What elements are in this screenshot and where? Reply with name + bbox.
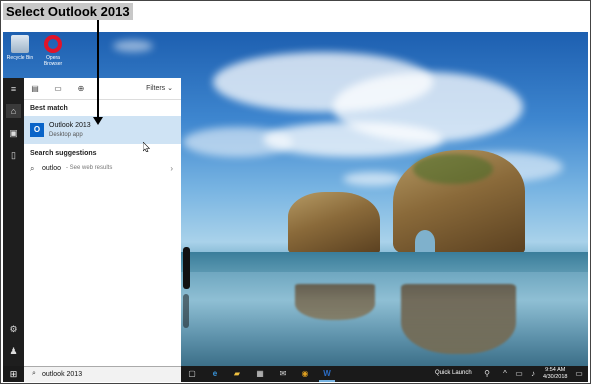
phone-icon[interactable]: ▯ [6, 148, 21, 162]
store-icon[interactable]: ▦ [254, 368, 266, 380]
taskbar-search-box[interactable]: ⌕ outlook 2013 [24, 366, 181, 382]
opera-icon [44, 35, 62, 53]
chevron-down-icon: ⌄ [167, 85, 173, 92]
start-menu-rail: ≡ ⌂ ▣ ▯ ⚙ ♟ [3, 78, 24, 366]
task-view-icon[interactable]: ▢ [186, 368, 198, 380]
recycle-bin-label: Recycle Bin [6, 55, 34, 61]
tray-chevron-icon[interactable]: ^ [499, 368, 511, 380]
documents-icon[interactable]: ▣ [6, 126, 21, 140]
suggestion-hint: - See web results [66, 165, 113, 171]
annotation-arrow-head [93, 117, 103, 125]
action-center-icon[interactable]: ▭ [573, 368, 585, 380]
settings-icon[interactable]: ⚙ [6, 322, 21, 336]
suggestion-query: outloo [42, 165, 62, 172]
result-title: Outlook 2013 [49, 122, 91, 129]
people-icon[interactable]: ⚲ [481, 368, 493, 380]
filters-button[interactable]: Filters ⌄ [146, 84, 173, 92]
result-subtitle: Desktop app [49, 132, 83, 138]
chrome-icon[interactable]: ◉ [299, 368, 311, 380]
taskbar-clock[interactable]: 9:54 AM 4/30/2018 [543, 367, 567, 381]
opera-label: Opera Browser [43, 55, 63, 67]
windows-start-icon[interactable]: ⊞ [3, 366, 24, 382]
word-icon[interactable]: W [321, 368, 333, 380]
mouse-cursor-icon [142, 139, 151, 153]
web-suggestion[interactable]: ⌕ outloo - See web results › [24, 162, 181, 176]
globe-icon[interactable]: ⊕ [76, 84, 86, 94]
home-icon[interactable]: ⌂ [6, 104, 21, 118]
clock-date: 4/30/2018 [543, 374, 568, 380]
document-icon[interactable]: ▭ [53, 84, 63, 94]
search-icon: ⌕ [30, 164, 35, 173]
apps-icon[interactable]: ▤ [30, 84, 40, 94]
walking-person [183, 247, 190, 289]
active-app-indicator [319, 380, 335, 382]
recycle-bin-shortcut[interactable]: Recycle Bin [5, 35, 35, 61]
search-icon: ⌕ [32, 370, 36, 377]
recycle-bin-icon [11, 35, 29, 53]
clock-time: 9:54 AM [545, 367, 566, 373]
person-icon[interactable]: ♟ [6, 344, 21, 358]
left-rock [288, 192, 380, 254]
outlook-icon: O [30, 123, 44, 137]
chevron-right-icon: › [170, 164, 173, 173]
quick-launch-label[interactable]: Quick Launch [435, 370, 472, 376]
search-panel-toolbar: ▤ ▭ ⊕ Filters ⌄ [24, 78, 181, 100]
opera-shortcut[interactable]: Opera Browser [38, 35, 68, 67]
mail-icon[interactable]: ✉ [277, 368, 289, 380]
suggestions-heading: Search suggestions [30, 150, 97, 157]
file-explorer-icon[interactable]: ▰ [231, 368, 243, 380]
annotation-arrow [97, 20, 99, 120]
best-match-heading: Best match [30, 105, 68, 112]
annotation-callout: Select Outlook 2013 [3, 3, 133, 20]
taskbar: ⊞ ⌕ outlook 2013 ▢ e ▰ ▦ ✉ ◉ W Quick Lau… [3, 366, 588, 382]
hamburger-icon[interactable]: ≡ [6, 82, 21, 96]
network-icon[interactable]: ▭ [513, 368, 525, 380]
edge-icon[interactable]: e [209, 368, 221, 380]
volume-icon[interactable]: ♪ [527, 368, 539, 380]
search-input[interactable]: outlook 2013 [42, 371, 82, 378]
